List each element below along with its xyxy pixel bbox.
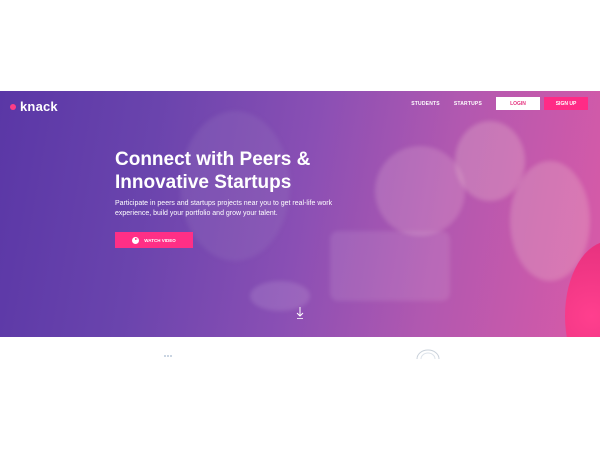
watch-video-button[interactable]: WATCH VIDEO <box>115 232 193 248</box>
hero-photo-shape <box>330 231 450 301</box>
top-nav: STUDENTS STARTUPS LOGIN SIGN UP <box>411 97 588 110</box>
feature-icon <box>164 355 172 357</box>
nav-link-students[interactable]: STUDENTS <box>411 101 440 107</box>
logo[interactable]: knack <box>10 99 58 114</box>
hero-subtext: Participate in peers and startups projec… <box>115 200 333 217</box>
login-button[interactable]: LOGIN <box>496 97 540 110</box>
signup-button[interactable]: SIGN UP <box>544 97 588 110</box>
scroll-down-icon[interactable] <box>296 307 304 319</box>
watch-video-label: WATCH VIDEO <box>144 237 176 243</box>
hero-headline: Connect with Peers & Innovative Startups <box>115 149 311 193</box>
logo-text: knack <box>20 99 58 114</box>
hero-photo-shape <box>455 121 525 201</box>
hero-photo-shape <box>375 146 465 236</box>
nav-link-startups[interactable]: STARTUPS <box>454 101 482 107</box>
feature-icon <box>416 349 440 359</box>
play-icon <box>132 236 140 244</box>
logo-mark-icon <box>10 103 16 110</box>
